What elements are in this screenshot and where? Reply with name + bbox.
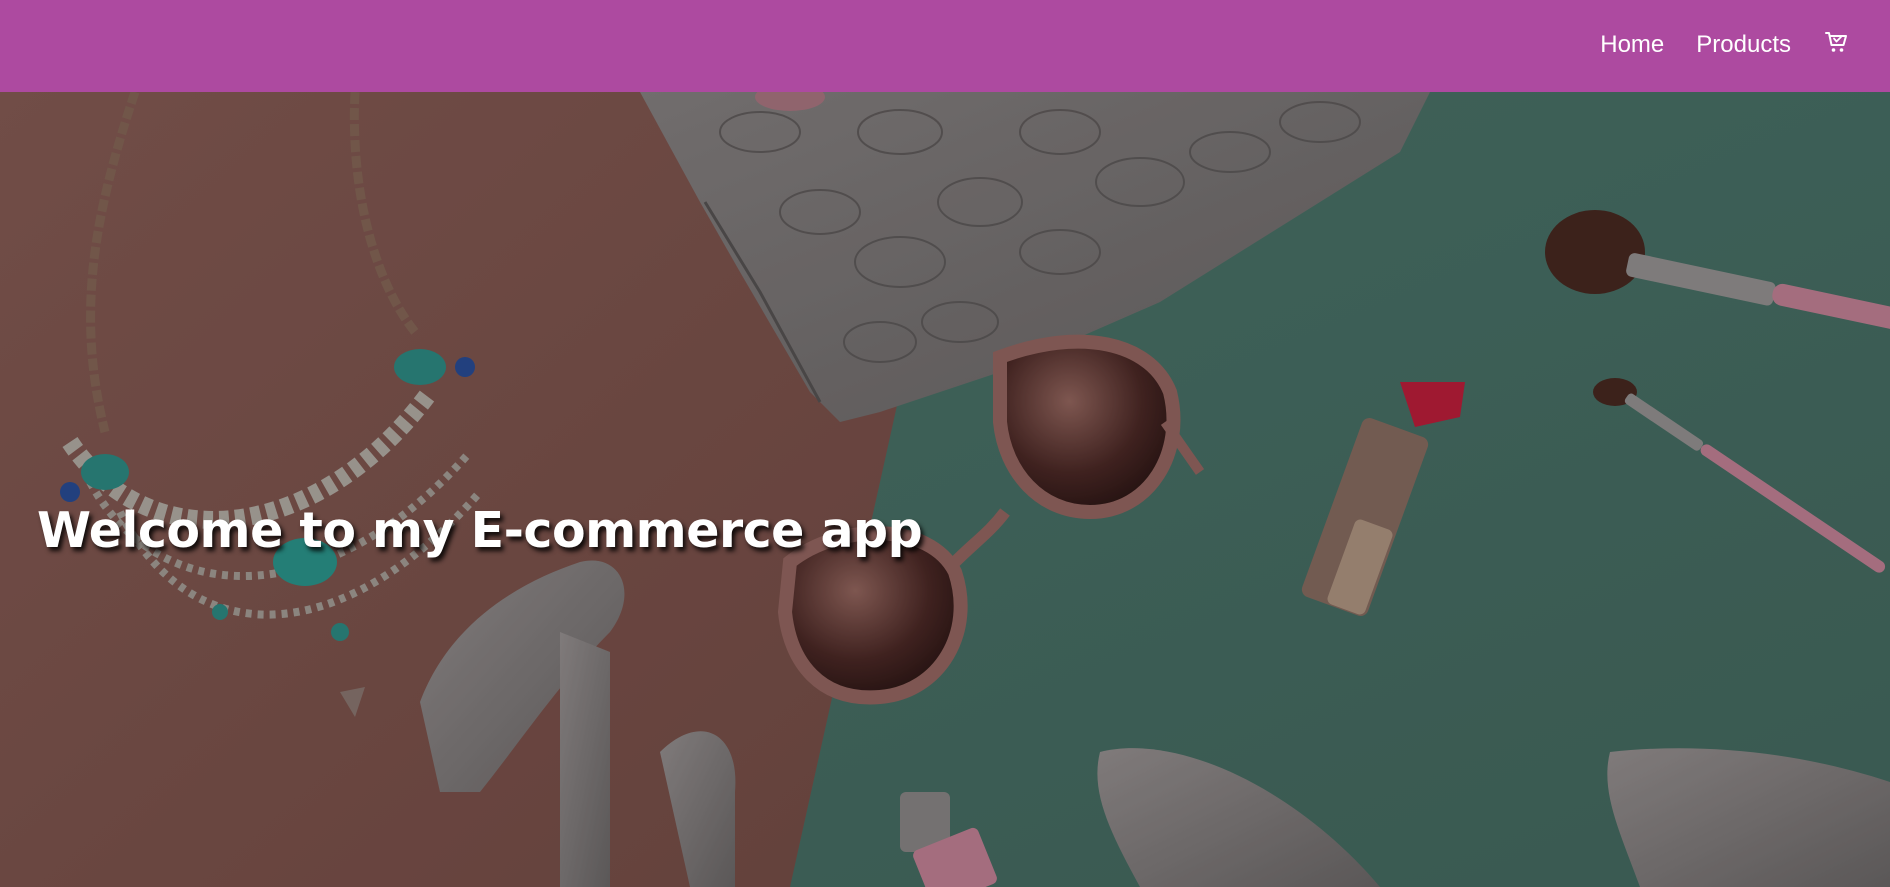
nav-link-products[interactable]: Products: [1696, 33, 1791, 57]
top-navbar: Home Products: [0, 0, 1890, 92]
nav-link-home[interactable]: Home: [1600, 33, 1664, 57]
nav-links: Home Products: [1600, 0, 1850, 92]
hero-title: Welcome to my E-commerce app: [37, 502, 923, 559]
shopping-cart-icon: [1825, 32, 1847, 52]
cart-button[interactable]: [1824, 28, 1850, 56]
hero-banner: Welcome to my E-commerce app: [0, 92, 1890, 887]
hero-background-image: [0, 92, 1890, 887]
